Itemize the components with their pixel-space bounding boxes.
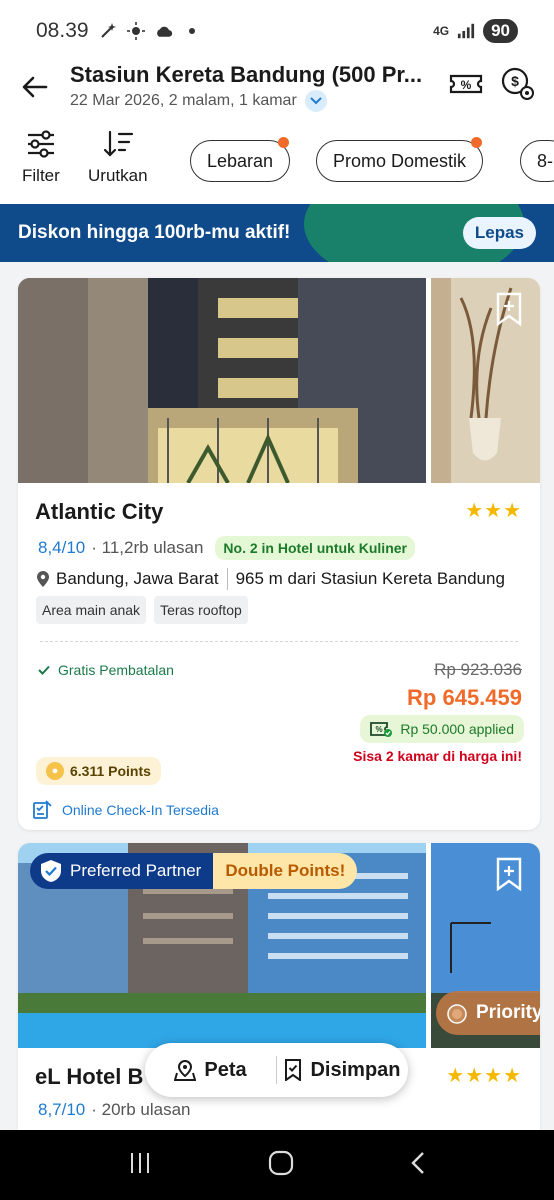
coupon-applied-text: Rp 50.000 applied <box>400 721 514 737</box>
original-price: Rp 923.036 <box>434 660 522 679</box>
map-label: Peta <box>204 1058 247 1081</box>
amenity-tags: Area main anak Teras rooftop <box>36 596 248 624</box>
hotel-photo-secondary[interactable] <box>431 278 540 483</box>
sort-button[interactable]: Urutkan <box>88 130 148 186</box>
promo-release-button[interactable]: Lepas <box>462 217 536 249</box>
notification-dot-icon <box>183 22 201 40</box>
checkin-icon <box>33 800 52 819</box>
arrow-left-icon <box>22 76 48 98</box>
bookmark-add-icon[interactable] <box>494 857 524 892</box>
cancellation-text: Gratis Pembatalan <box>58 662 174 678</box>
priority-label: Priority <box>476 1002 540 1023</box>
review-count: · 11,2rb ulasan <box>91 538 204 557</box>
hotel-photo[interactable]: Preferred Partner Double Points! <box>18 843 426 1048</box>
chip-promo-domestik[interactable]: Promo Domestik <box>316 137 484 182</box>
chip-lebaran[interactable]: Lebaran <box>190 137 291 182</box>
bookmark-add-icon[interactable] <box>494 292 524 327</box>
chip-label: 8- <box>537 150 554 171</box>
location-row: Bandung, Jawa Barat 965 m dari Stasiun K… <box>36 568 505 590</box>
chevron-down-icon[interactable] <box>304 90 327 112</box>
rooms-left-warning: Sisa 2 kamar di harga ini! <box>353 748 522 764</box>
promo-text: Diskon hingga 100rb-mu aktif! <box>18 222 291 243</box>
chip-label: Lebaran <box>207 150 274 171</box>
search-summary[interactable]: 22 Mar 2026, 2 malam, 1 kamar <box>70 90 327 112</box>
rating-row: 8,7/10 · 20rb ulasan <box>38 1100 191 1120</box>
coupon-icon: % <box>370 722 393 737</box>
svg-text:%: % <box>461 78 472 92</box>
network-indicator: 4G <box>433 24 450 38</box>
back-button[interactable] <box>20 72 50 102</box>
coin-icon: ● <box>46 762 64 780</box>
hotel-distance: 965 m dari Stasiun Kereta Bandung <box>235 569 505 588</box>
map-icon <box>174 1059 197 1081</box>
shield-check-icon <box>41 860 61 882</box>
hotel-card[interactable]: Preferred Partner Double Points! Priorit… <box>18 843 540 1143</box>
double-points-badge: Double Points! <box>213 853 358 889</box>
recent-apps-icon[interactable] <box>128 1152 152 1179</box>
new-dot-icon <box>471 137 483 148</box>
sort-label: Urutkan <box>88 166 148 185</box>
map-button[interactable]: Peta <box>145 1059 276 1082</box>
amenity-tag: Teras rooftop <box>154 596 248 624</box>
sort-icon <box>103 130 133 157</box>
free-cancellation: Gratis Pembatalan <box>38 662 174 678</box>
page-title[interactable]: Stasiun Kereta Bandung (500 Pr... <box>70 62 435 88</box>
status-time: 08.39 <box>36 19 89 42</box>
checkin-text: Online Check-In Tersedia <box>62 802 219 818</box>
chip-label: Promo Domestik <box>333 150 467 171</box>
star-rating: ★★★ <box>465 500 522 522</box>
filter-bar: Filter Urutkan Lebaran Promo Domestik 8- <box>0 118 554 204</box>
hotel-name[interactable]: Atlantic City <box>35 499 163 525</box>
filter-label: Filter <box>22 166 60 185</box>
points-badge: ● 6.311 Points <box>36 757 161 785</box>
floating-action-bar: Peta Disimpan <box>145 1043 408 1097</box>
hotel-card[interactable]: Atlantic City ★★★ 8,4/10 · 11,2rb ulasan… <box>18 278 540 830</box>
star-rating: ★★★★ <box>446 1065 522 1087</box>
partner-badge-label: Preferred Partner <box>70 861 202 880</box>
points-text: 6.311 Points <box>70 763 151 779</box>
review-count: · 20rb ulasan <box>91 1100 191 1119</box>
discounted-price: Rp 645.459 <box>407 685 522 710</box>
hotel-photo[interactable] <box>18 278 426 484</box>
new-dot-icon <box>278 137 290 148</box>
hotel-name[interactable]: eL Hotel B <box>35 1064 143 1090</box>
currency-settings-icon[interactable]: $ <box>500 66 536 102</box>
priority-badge: Priority <box>436 991 540 1035</box>
magic-wand-icon <box>99 22 117 40</box>
chip-more[interactable]: 8- <box>520 140 554 182</box>
promo-ticket-icon[interactable]: % <box>448 66 484 102</box>
svg-text:%: % <box>376 725 383 734</box>
medal-icon <box>447 1004 467 1024</box>
saved-label: Disimpan <box>310 1058 401 1081</box>
sun-icon <box>126 22 145 40</box>
promo-banner: Diskon hingga 100rb-mu aktif! Lepas <box>0 204 554 262</box>
location-pin-icon <box>37 571 49 587</box>
divider <box>226 568 228 590</box>
review-score: 8,7/10 <box>38 1100 86 1119</box>
hotel-location: Bandung, Jawa Barat <box>56 569 219 588</box>
saved-button[interactable]: Disimpan <box>277 1059 408 1082</box>
rating-row: 8,4/10 · 11,2rb ulasan No. 2 in Hotel un… <box>38 536 415 560</box>
back-nav-icon[interactable] <box>410 1151 426 1180</box>
divider <box>40 641 518 642</box>
bookmark-check-icon <box>285 1059 302 1081</box>
status-bar: 08.39 4G 90 <box>0 0 554 62</box>
amenity-tag: Area main anak <box>36 596 147 624</box>
search-summary-text: 22 Mar 2026, 2 malam, 1 kamar <box>70 92 297 109</box>
review-score: 8,4/10 <box>38 538 86 557</box>
filter-button[interactable]: Filter <box>22 130 60 186</box>
sliders-icon <box>27 130 54 158</box>
system-nav-bar <box>0 1130 554 1200</box>
home-icon[interactable] <box>268 1150 294 1181</box>
partner-badge: Preferred Partner Double Points! <box>30 853 358 889</box>
coupon-applied-badge: % Rp 50.000 applied <box>360 715 524 743</box>
online-checkin-info: Online Check-In Tersedia <box>32 800 219 820</box>
cloud-icon <box>155 22 173 40</box>
check-icon <box>38 665 50 675</box>
battery-indicator: 90 <box>483 19 518 43</box>
svg-text:$: $ <box>511 73 519 89</box>
signal-icon <box>457 22 475 40</box>
ranking-badge: No. 2 in Hotel untuk Kuliner <box>215 536 415 560</box>
app-header: Stasiun Kereta Bandung (500 Pr... 22 Mar… <box>0 62 554 118</box>
